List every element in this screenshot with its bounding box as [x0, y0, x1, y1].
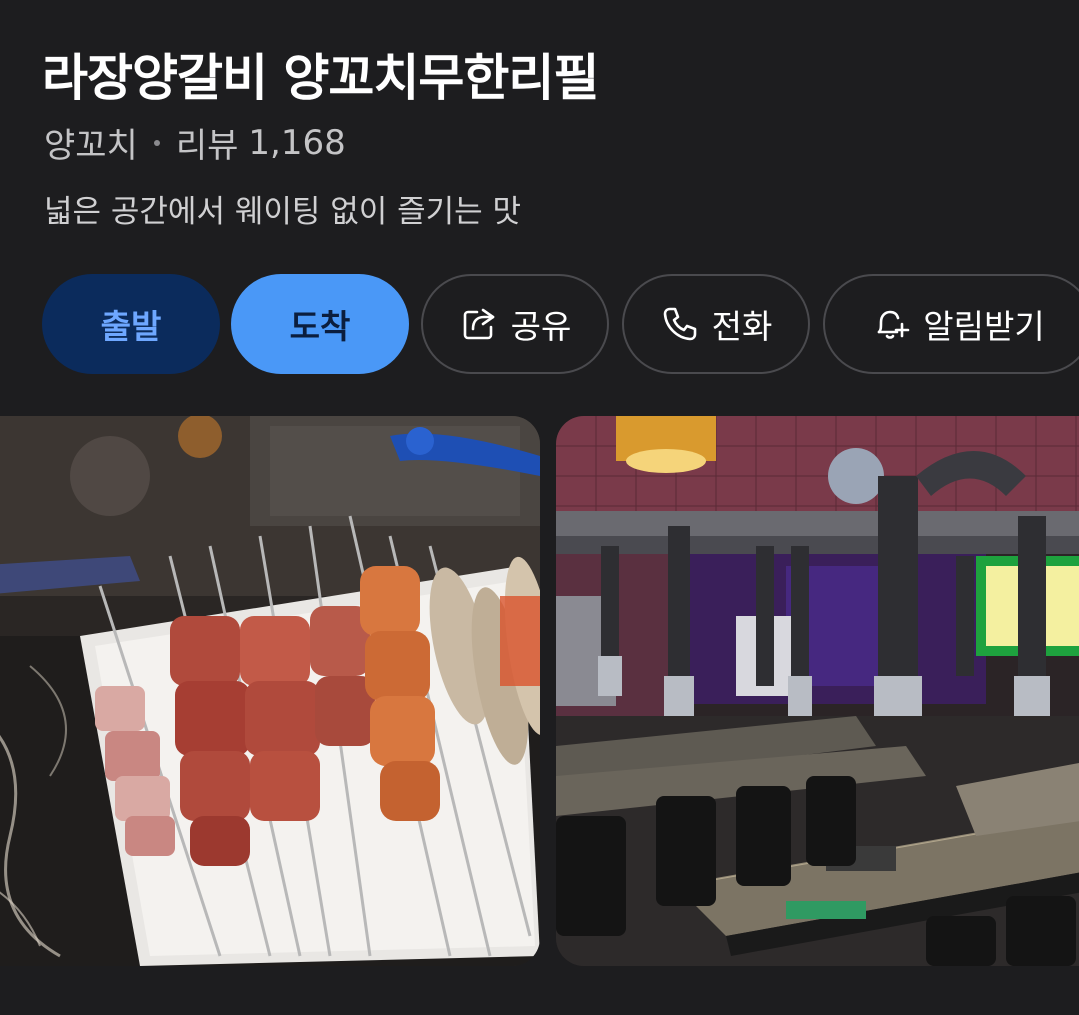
call-label: 전화 — [711, 307, 773, 346]
separator-dot — [153, 139, 160, 146]
place-meta: 양꼬치 리뷰 1,168 — [44, 118, 346, 167]
share-label: 공유 — [510, 307, 572, 346]
review-label[interactable]: 리뷰 — [176, 118, 239, 167]
restaurant-interior-photo[interactable] — [556, 416, 1079, 966]
notify-label: 알림받기 — [923, 307, 1045, 346]
phone-icon — [660, 304, 700, 344]
place-category[interactable]: 양꼬치 — [44, 118, 138, 167]
depart-label: 출발 — [100, 307, 162, 346]
action-buttons: 출발 도착 공유 전화 알림받기 — [42, 274, 1079, 374]
share-button[interactable]: 공유 — [421, 274, 609, 374]
place-title: 라장양갈비 양꼬치무한리필 — [42, 49, 599, 107]
skewers-photo[interactable] — [0, 416, 540, 966]
bell-plus-icon — [871, 304, 911, 344]
share-icon — [459, 304, 499, 344]
notify-button[interactable]: 알림받기 — [823, 274, 1079, 374]
place-description: 넓은 공간에서 웨이팅 없이 즐기는 맛 — [44, 194, 522, 230]
arrive-label: 도착 — [289, 307, 351, 346]
call-button[interactable]: 전화 — [622, 274, 810, 374]
place-detail-page: 라장양갈비 양꼬치무한리필 양꼬치 리뷰 1,168 넓은 공간에서 웨이팅 없… — [0, 0, 1079, 1015]
arrive-button[interactable]: 도착 — [231, 274, 409, 374]
depart-button[interactable]: 출발 — [42, 274, 220, 374]
review-count[interactable]: 1,168 — [248, 123, 345, 163]
